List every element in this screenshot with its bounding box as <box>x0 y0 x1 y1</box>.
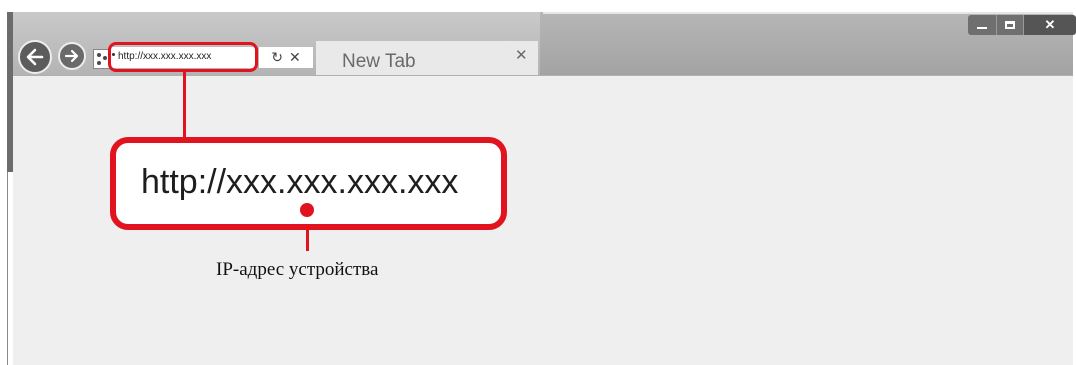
tab-close-icon[interactable]: ✕ <box>515 46 528 64</box>
stop-icon[interactable]: ✕ <box>289 49 301 66</box>
close-icon: ✕ <box>1044 17 1056 32</box>
minimize-button[interactable] <box>968 15 997 35</box>
ip-caption: IP-адрес устройства <box>216 259 379 280</box>
title-bar: ✕ http://xxx.xxx.xxx.xxx ↻ ✕ New Tab ✕ <box>13 12 1076 75</box>
pointer-line <box>306 224 309 251</box>
browser-window: ✕ http://xxx.xxx.xxx.xxx ↻ ✕ New Tab ✕ h… <box>13 12 1076 365</box>
back-button[interactable] <box>18 40 52 74</box>
maximize-icon <box>1005 21 1015 29</box>
forward-arrow-icon <box>64 49 79 63</box>
address-controls: ↻ ✕ <box>259 47 313 68</box>
left-border-line <box>7 172 8 365</box>
tab-new-tab[interactable]: New Tab ✕ <box>316 41 538 75</box>
refresh-icon[interactable]: ↻ <box>271 49 283 66</box>
callout-connector <box>183 72 186 138</box>
zoomed-url-text: http://xxx.xxx.xxx.xxx <box>141 163 459 201</box>
forward-button[interactable] <box>58 42 86 70</box>
minimize-icon <box>977 27 987 29</box>
tab-label: New Tab <box>342 51 416 72</box>
back-arrow-icon <box>26 48 44 66</box>
pointer-dot <box>300 203 314 217</box>
address-highlight <box>108 42 258 72</box>
window-controls: ✕ <box>968 15 1076 35</box>
window-close-button[interactable]: ✕ <box>1024 15 1076 35</box>
maximize-button[interactable] <box>997 15 1024 35</box>
